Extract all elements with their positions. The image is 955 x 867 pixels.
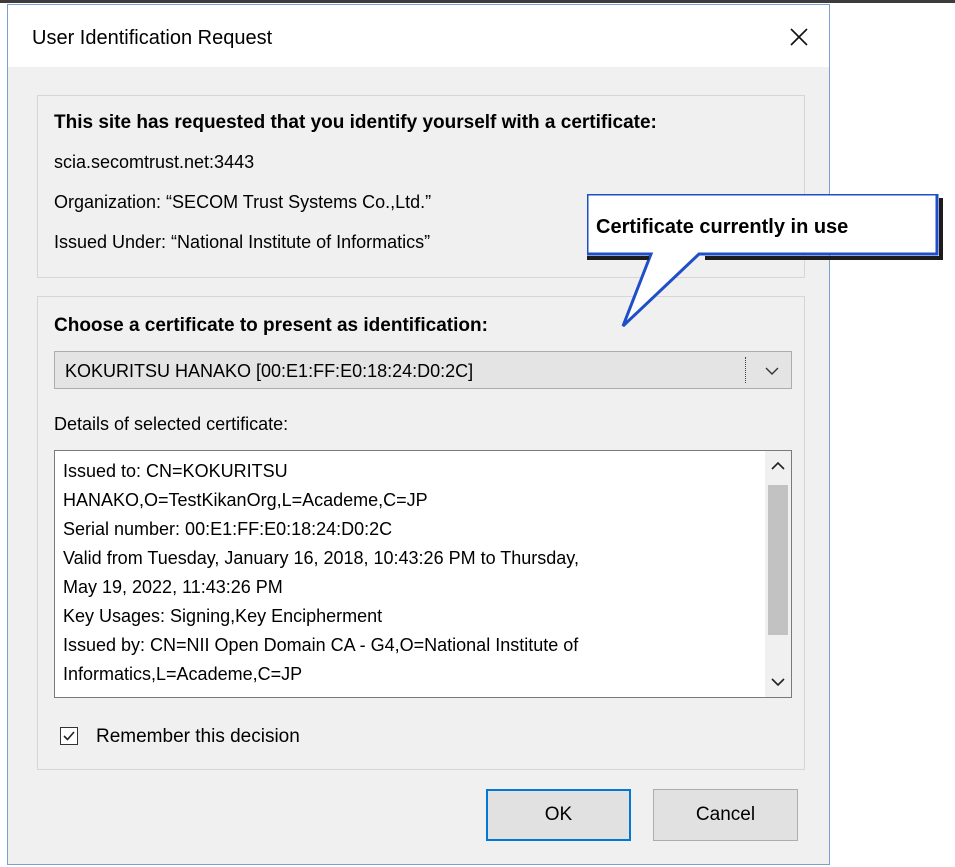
details-line: Informatics,L=Academe,C=JP <box>63 664 303 684</box>
chevron-down-icon <box>765 367 779 375</box>
scrollbar-thumb[interactable] <box>768 485 788 635</box>
certificate-group: Choose a certificate to present as ident… <box>37 296 805 770</box>
details-scrollbar[interactable] <box>765 451 791 697</box>
close-icon <box>790 28 808 46</box>
select-focus-divider <box>745 357 746 383</box>
cancel-button[interactable]: Cancel <box>653 789 798 841</box>
checkmark-icon <box>63 731 75 741</box>
scroll-down-icon[interactable] <box>769 675 787 689</box>
details-line: Issued by: CN=NII Open Domain CA - G4,O=… <box>63 635 579 655</box>
callout-bubble <box>587 194 943 328</box>
callout-text: Certificate currently in use <box>596 216 849 238</box>
close-button[interactable] <box>775 15 823 59</box>
choose-certificate-heading: Choose a certificate to present as ident… <box>54 315 488 336</box>
details-line: Key Usages: Signing,Key Encipherment <box>63 606 383 626</box>
details-label: Details of selected certificate: <box>54 414 289 434</box>
details-line: Serial number: 00:E1:FF:E0:18:24:D0:2C <box>63 519 393 539</box>
site-host: scia.secomtrust.net:3443 <box>54 152 255 172</box>
ok-button[interactable]: OK <box>486 789 631 841</box>
dialog-title: User Identification Request <box>32 27 273 49</box>
certificate-details-box[interactable]: Issued to: CN=KOKURITSU HANAKO,O=TestKik… <box>54 450 792 698</box>
certificate-details-text: Issued to: CN=KOKURITSU HANAKO,O=TestKik… <box>63 457 753 689</box>
details-line: May 19, 2022, 11:43:26 PM <box>63 577 283 597</box>
remember-label[interactable]: Remember this decision <box>96 726 300 748</box>
title-bar: User Identification Request <box>8 5 829 67</box>
site-issued-under: Issued Under: “National Institute of Inf… <box>54 232 431 252</box>
certificate-select-value: KOKURITSU HANAKO [00:E1:FF:E0:18:24:D0:2… <box>65 361 474 381</box>
details-line: HANAKO,O=TestKikanOrg,L=Academe,C=JP <box>63 490 428 510</box>
site-request-heading: This site has requested that you identif… <box>54 112 657 133</box>
certificate-select[interactable]: KOKURITSU HANAKO [00:E1:FF:E0:18:24:D0:2… <box>54 351 792 389</box>
details-line: Valid from Tuesday, January 16, 2018, 10… <box>63 548 579 568</box>
details-line: Issued to: CN=KOKURITSU <box>63 461 288 481</box>
site-organization: Organization: “SECOM Trust Systems Co.,L… <box>54 192 432 212</box>
user-identification-dialog: User Identification Request This site ha… <box>7 4 830 865</box>
window-top-strip <box>0 0 955 3</box>
scroll-up-icon[interactable] <box>769 459 787 473</box>
remember-checkbox[interactable] <box>60 727 78 745</box>
